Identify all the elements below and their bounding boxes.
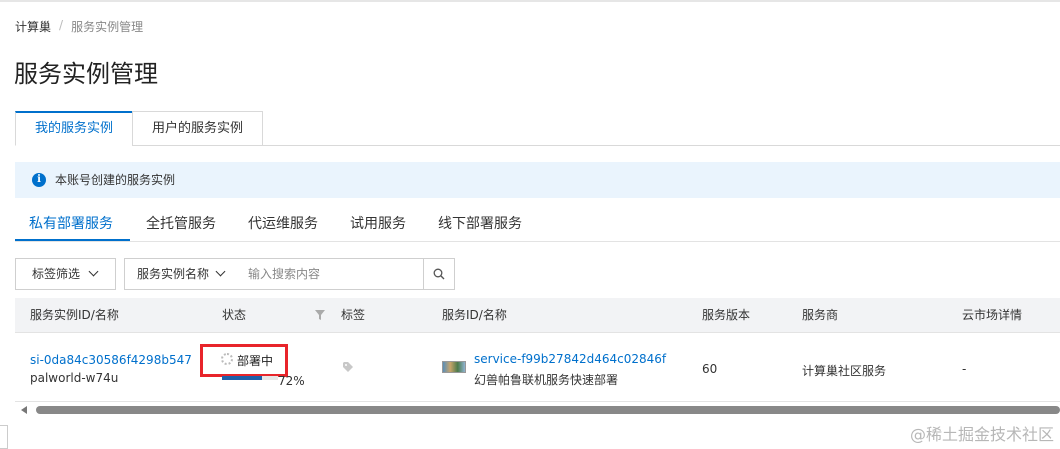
status-text: 部署中: [237, 354, 274, 368]
subtab-managed[interactable]: 全托管服务: [146, 213, 216, 241]
filter-icon[interactable]: [315, 310, 325, 320]
tab-my-instances[interactable]: 我的服务实例: [15, 111, 133, 146]
progress-label: 72%: [278, 374, 305, 388]
tag-icon[interactable]: [343, 362, 355, 372]
breadcrumb-current: 服务实例管理: [71, 20, 144, 34]
horizontal-scrollbar[interactable]: [15, 405, 1060, 415]
breadcrumb-root[interactable]: 计算巢: [15, 18, 51, 35]
subtab-trial[interactable]: 试用服务: [350, 213, 406, 241]
chevron-down-icon: [88, 266, 99, 277]
col-status: 状态: [222, 308, 247, 322]
instance-id-link[interactable]: si-0da84c30586f4298b547: [30, 353, 192, 367]
watermark: @稀土掘金技术社区: [909, 425, 1054, 444]
tag-filter-label: 标签筛选: [32, 267, 81, 281]
progress-bar: [222, 376, 278, 380]
tag-filter-dropdown[interactable]: 标签筛选: [15, 258, 116, 290]
col-marketplace: 云市场详情: [962, 308, 1023, 322]
chevron-down-icon: [215, 266, 226, 277]
marketplace-detail: -: [962, 362, 967, 376]
page-corner: [0, 425, 8, 449]
table-row: si-0da84c30586f4298b547 palworld-w74u 部署…: [15, 334, 1060, 402]
search-input[interactable]: [238, 258, 424, 290]
provider: 计算巢社区服务: [802, 364, 887, 378]
sub-tabs: 私有部署服务 全托管服务 代运维服务 试用服务 线下部署服务: [15, 213, 1060, 242]
field-select-label: 服务实例名称: [137, 267, 210, 281]
search-icon: [433, 268, 445, 280]
scroll-left-icon[interactable]: [21, 406, 27, 414]
top-tabs: 我的服务实例 用户的服务实例: [15, 111, 1060, 146]
instance-name: palworld-w74u: [30, 371, 119, 385]
col-tags: 标签: [341, 308, 366, 322]
info-text: 本账号创建的服务实例: [55, 173, 176, 187]
loading-spinner-icon: [221, 353, 233, 365]
info-icon: i: [32, 173, 46, 187]
page-title: 服务实例管理: [14, 60, 158, 88]
top-divider: [0, 0, 1060, 2]
service-version: 60: [702, 362, 718, 376]
subtab-private[interactable]: 私有部署服务: [15, 213, 130, 241]
field-select[interactable]: 服务实例名称: [124, 258, 239, 290]
col-provider: 服务商: [802, 308, 839, 322]
subtab-offline[interactable]: 线下部署服务: [438, 213, 522, 241]
service-thumbnail: [442, 361, 466, 373]
breadcrumb-separator: /: [59, 18, 64, 32]
col-version: 服务版本: [702, 308, 751, 322]
breadcrumb: 计算巢 / 服务实例管理: [15, 18, 143, 35]
search-button[interactable]: [423, 258, 455, 290]
subtab-ops[interactable]: 代运维服务: [248, 213, 318, 241]
col-service: 服务ID/名称: [442, 308, 507, 322]
info-banner: i 本账号创建的服务实例: [15, 162, 1060, 198]
col-instance: 服务实例ID/名称: [30, 308, 119, 322]
progress-fill: [222, 376, 263, 380]
service-name: 幻兽帕鲁联机服务快速部署: [474, 373, 619, 387]
scrollbar-thumb[interactable]: [36, 406, 1060, 414]
table-header: 服务实例ID/名称 状态 标签 服务ID/名称 服务版本 服务商 云市场详情: [15, 298, 1060, 333]
service-id-link[interactable]: service-f99b27842d464c02846f: [474, 352, 666, 366]
tab-user-instances[interactable]: 用户的服务实例: [132, 111, 263, 146]
